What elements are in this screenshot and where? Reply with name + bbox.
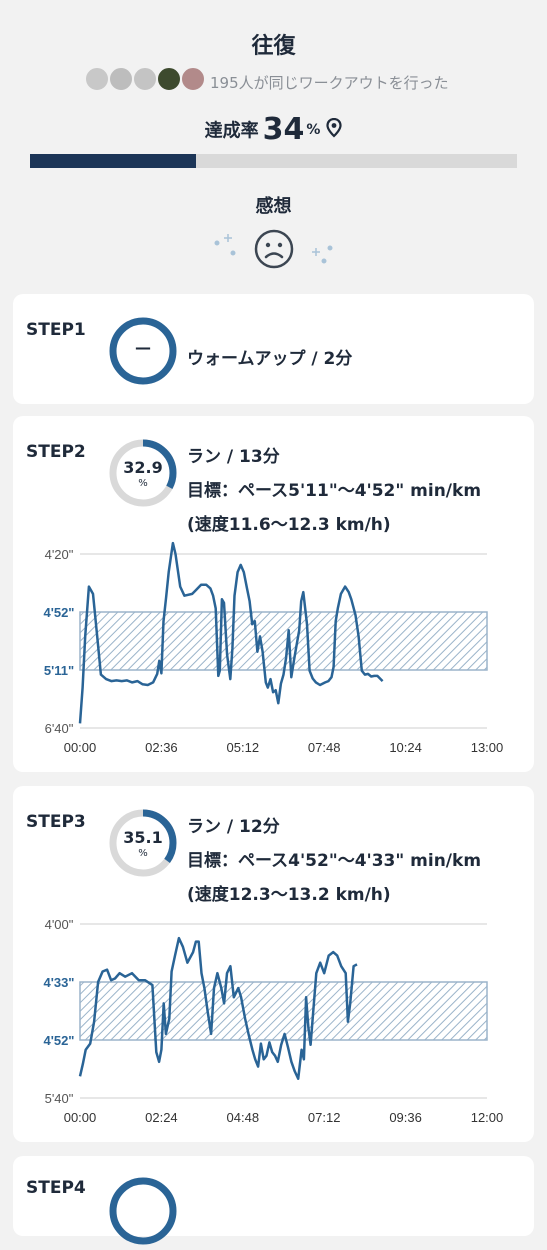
y-tick-label: 4'20": [45, 547, 74, 562]
y-tick-label: 4'00": [45, 917, 74, 932]
step-target-speed: (速度12.3〜13.2 km/h): [187, 885, 391, 905]
x-tick-label: 00:00: [64, 740, 97, 755]
x-tick-label: 02:36: [145, 740, 178, 755]
y-tick-label: 5'40": [45, 1091, 74, 1106]
step-activity: ラン / 13分: [187, 447, 280, 467]
page-title: 往復: [251, 34, 296, 59]
y-tick-label: 4'33": [44, 975, 75, 990]
y-tick-label: 4'52": [44, 1033, 75, 1048]
y-tick-label: 6'40": [45, 721, 74, 736]
step-description: ウォームアップ / 2分: [187, 349, 353, 369]
step-card-1[interactable]: STEP1 — ウォームアップ / 2分: [13, 294, 534, 404]
x-tick-label: 13:00: [471, 740, 504, 755]
y-tick-label: 4'52": [44, 605, 75, 620]
step-activity: ラン / 12分: [187, 817, 280, 837]
impression-label: 感想: [255, 196, 292, 217]
sparkle-icon: [214, 234, 333, 264]
impression-selector[interactable]: [200, 222, 350, 272]
step-label: STEP2: [26, 442, 86, 462]
x-tick-label: 09:36: [389, 1110, 422, 1125]
achievement-progress-bar: [30, 154, 517, 168]
target-band: [79, 611, 488, 671]
achievement-unit: %: [306, 121, 321, 138]
location-pin-icon[interactable]: [326, 117, 342, 142]
achievement-rate: 達成率 34%: [0, 112, 547, 147]
x-tick-label: 10:24: [389, 740, 422, 755]
x-tick-label: 12:00: [471, 1110, 504, 1125]
avatar: [180, 66, 206, 92]
progress-ring: 35.1 %: [108, 808, 178, 878]
achievement-progress-fill: [30, 154, 196, 168]
participants-count-text: 195人が同じワークアウトを行った: [210, 74, 449, 92]
step-label: STEP4: [26, 1178, 86, 1198]
avatar: [84, 66, 110, 92]
achievement-label: 達成率: [204, 120, 259, 142]
ring-unit: %: [138, 478, 148, 489]
achievement-value: 34: [262, 112, 305, 147]
step-label: STEP3: [26, 812, 86, 832]
x-tick-label: 07:48: [308, 740, 341, 755]
step-target-speed: (速度11.6〜12.3 km/h): [187, 515, 391, 535]
x-tick-label: 07:12: [308, 1110, 341, 1125]
x-tick-label: 04:48: [227, 1110, 260, 1125]
sad-face-icon: [254, 229, 294, 269]
step-card-4[interactable]: STEP4: [13, 1156, 534, 1245]
progress-ring: —: [108, 316, 178, 386]
pace-chart: 4'00" 4'33" 4'52" 5'40" 00:00 02:24 04:48 07:12…: [44, 917, 504, 1125]
ring-unit: %: [138, 848, 148, 859]
ring-value: 35.1: [123, 828, 163, 847]
pace-chart: 4'20" 4'52" 5'11" 6'40" 00:00 02:36 05:12 07:48…: [44, 541, 504, 755]
progress-ring: [108, 1176, 178, 1246]
step-label: STEP1: [26, 320, 86, 340]
step-card-3[interactable]: STEP3 35.1 % ラン / 12分 目標：ペース4'52"〜4'33" …: [13, 786, 534, 1142]
x-tick-label: 05:12: [227, 740, 260, 755]
avatar: [132, 66, 158, 92]
step-target-pace: 目標：ペース5'11"〜4'52" min/km: [187, 481, 482, 501]
y-tick-label: 5'11": [44, 663, 74, 678]
progress-ring: 32.9 %: [108, 438, 178, 508]
avatar: [156, 66, 182, 92]
step-target-pace: 目標：ペース4'52"〜4'33" min/km: [187, 851, 482, 871]
target-band: [79, 981, 488, 1041]
avatar: [108, 66, 134, 92]
x-tick-label: 00:00: [64, 1110, 97, 1125]
ring-value: —: [135, 338, 151, 357]
ring-value: 32.9: [123, 458, 163, 477]
step-card-2[interactable]: STEP2 32.9 % ラン / 13分 目標：ペース5'11"〜4'52" …: [13, 416, 534, 772]
x-tick-label: 02:24: [145, 1110, 178, 1125]
